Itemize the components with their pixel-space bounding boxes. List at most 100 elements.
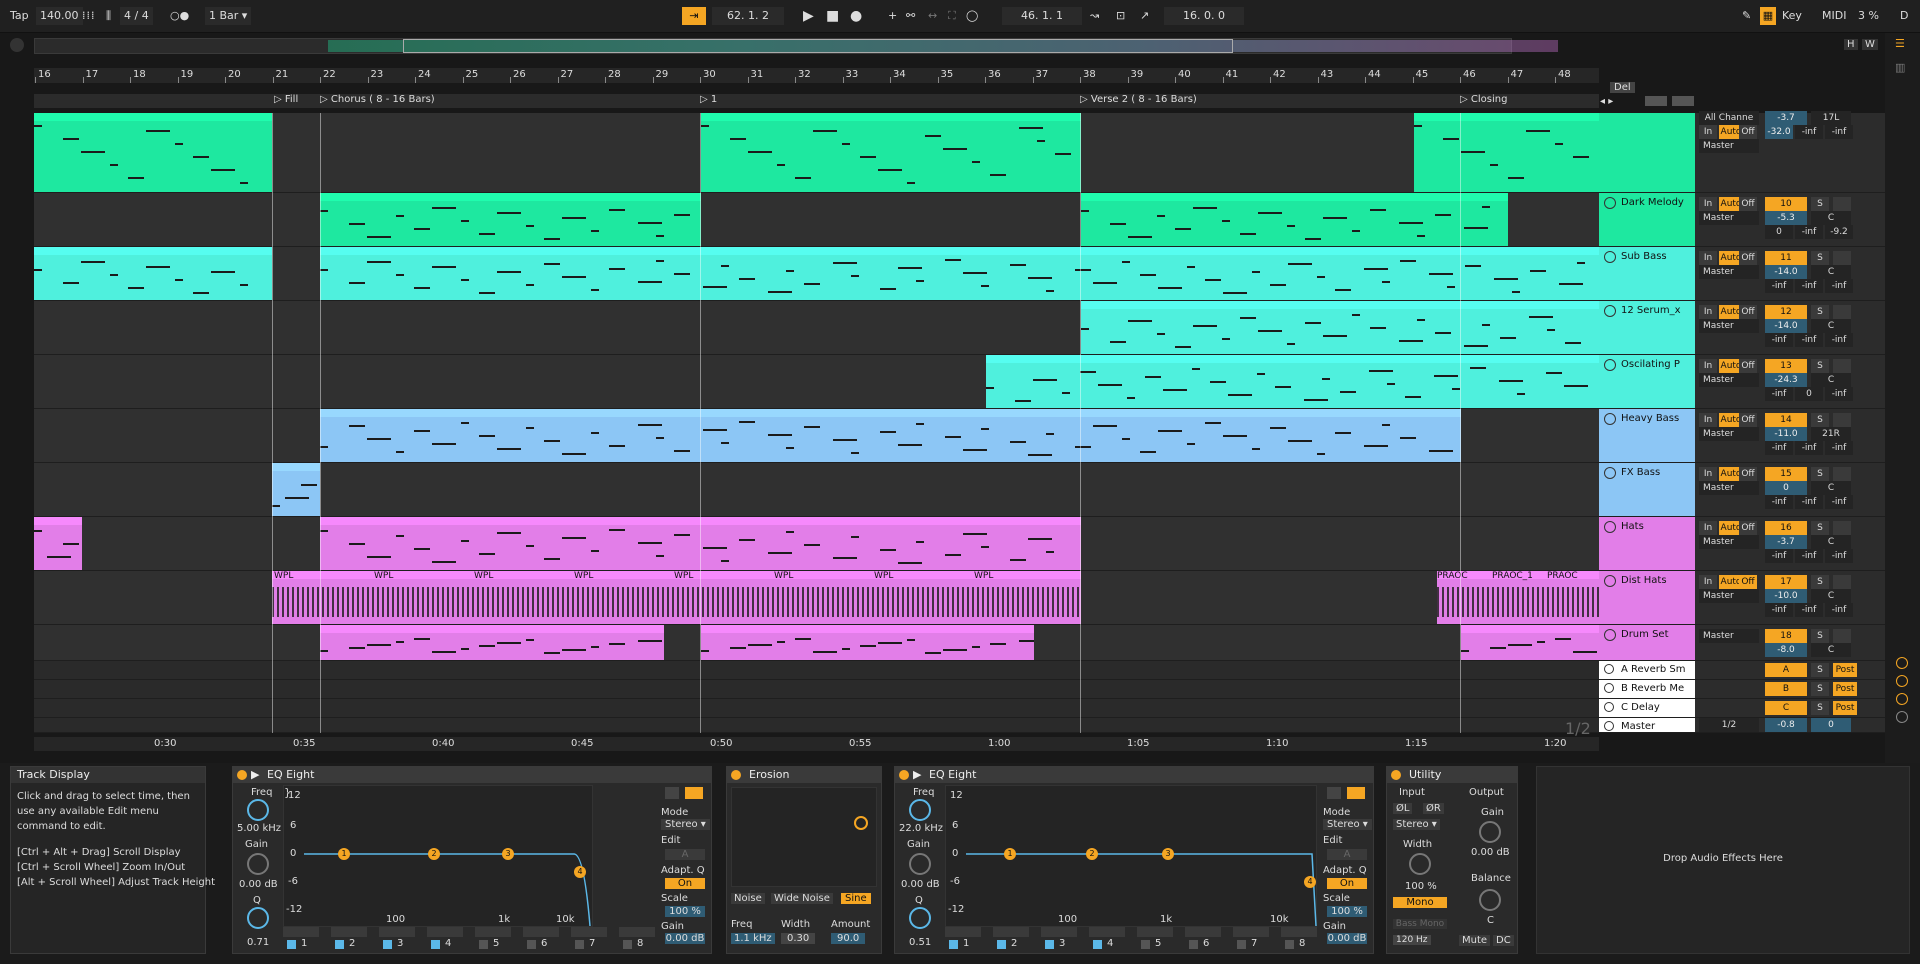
keyboard-icon[interactable]: ▦ bbox=[1760, 7, 1776, 25]
volume-field[interactable]: -14.0 bbox=[1765, 319, 1807, 333]
arrangement-clip[interactable] bbox=[1081, 193, 1508, 246]
track-name[interactable]: C Delay bbox=[1621, 702, 1660, 713]
returns-icon[interactable] bbox=[1896, 675, 1908, 687]
band-filter-type-dropdown[interactable] bbox=[993, 927, 1029, 937]
time-signature-field[interactable]: 4 / 4 bbox=[120, 7, 153, 25]
expand-icon[interactable]: ▶ bbox=[251, 767, 259, 783]
track-fold-icon[interactable] bbox=[1604, 521, 1616, 533]
volume-field[interactable]: -14.0 bbox=[1765, 265, 1807, 279]
tap-button[interactable]: Tap bbox=[10, 7, 29, 25]
headphones-icon[interactable] bbox=[665, 787, 679, 799]
track-lane[interactable] bbox=[34, 680, 1599, 699]
monitor-in-button[interactable]: In bbox=[1699, 467, 1717, 481]
post-toggle[interactable]: Post bbox=[1833, 701, 1857, 715]
volume-field[interactable]: 0 bbox=[1765, 481, 1807, 495]
band-on-toggle[interactable] bbox=[1189, 940, 1198, 949]
track-lane[interactable] bbox=[34, 699, 1599, 718]
track-lane[interactable] bbox=[34, 517, 1599, 571]
balance-knob[interactable] bbox=[1479, 889, 1501, 911]
erosion-xy-pad[interactable] bbox=[731, 787, 877, 887]
locator-prev-icon[interactable]: ◂ ▸ bbox=[1600, 96, 1613, 107]
midi-map-button[interactable]: MIDI bbox=[1822, 7, 1846, 25]
track-activator[interactable]: 18 bbox=[1765, 629, 1807, 643]
follow-icon[interactable]: ⇥ bbox=[682, 7, 706, 25]
monitor-in-button[interactable]: In bbox=[1699, 521, 1717, 535]
pan-field[interactable]: C bbox=[1811, 643, 1851, 657]
dc-button[interactable]: DC bbox=[1493, 935, 1514, 946]
freq-knob[interactable] bbox=[909, 799, 931, 821]
track-lane[interactable] bbox=[34, 113, 1599, 193]
track-lane[interactable] bbox=[34, 355, 1599, 409]
band-on-toggle[interactable] bbox=[383, 940, 392, 949]
return-activator[interactable]: B bbox=[1765, 682, 1807, 696]
menu-icon[interactable]: ☰ bbox=[1895, 37, 1905, 50]
arrangement-clip[interactable] bbox=[34, 517, 82, 570]
arrangement-clip[interactable] bbox=[701, 625, 1034, 660]
band-filter-type-dropdown[interactable] bbox=[523, 927, 559, 937]
volume-field[interactable]: -8.0 bbox=[1765, 643, 1807, 657]
input-type-dropdown[interactable]: All Channe bbox=[1699, 111, 1759, 125]
edit-a-button[interactable]: A bbox=[1327, 849, 1367, 860]
erosion-width-value[interactable]: 0.30 bbox=[781, 933, 816, 944]
band-on-toggle[interactable] bbox=[1237, 940, 1246, 949]
track-fold-icon[interactable] bbox=[1604, 664, 1614, 674]
arrangement-tracks[interactable]: WPL WPL WPL WPL WPL WPL WPL WPL PRAOC PRAOC_1 PRAO… bbox=[34, 113, 1599, 733]
gain-value[interactable]: 0.00 dB bbox=[239, 879, 278, 890]
eq-eight-device-2[interactable]: ▶ EQ Eight Freq 22.0 kHz Gain 0.00 dB Q 0… bbox=[894, 766, 1374, 954]
monitor-in-button[interactable]: In bbox=[1699, 125, 1717, 139]
track-header[interactable] bbox=[1599, 113, 1695, 193]
track-name[interactable]: Master bbox=[1621, 721, 1655, 732]
track-header[interactable]: Oscilating P bbox=[1599, 355, 1695, 409]
band-filter-type-dropdown[interactable] bbox=[571, 927, 607, 937]
track-fold-icon[interactable] bbox=[1604, 251, 1616, 263]
device-on-icon[interactable] bbox=[731, 770, 741, 780]
channel-mode-dropdown[interactable]: Stereo ▾ bbox=[1393, 819, 1440, 830]
solo-button[interactable]: S bbox=[1811, 251, 1829, 265]
beat-time-ruler[interactable]: 16 17 18 19 20 21 22 23 24 25 26 27 28 29 30 31 32 33 34 35… bbox=[34, 68, 1599, 83]
draw-mode-icon[interactable]: ✎ bbox=[1742, 7, 1751, 25]
volume-field[interactable]: -24.3 bbox=[1765, 373, 1807, 387]
output-dropdown[interactable]: Master bbox=[1699, 139, 1759, 153]
phase-left-toggle[interactable]: ØL bbox=[1393, 803, 1413, 814]
track-name[interactable]: Heavy Bass bbox=[1621, 413, 1679, 424]
locator-delete-button[interactable]: Del bbox=[1610, 82, 1635, 93]
record-icon[interactable]: ● bbox=[850, 7, 862, 25]
session-record-icon[interactable]: ◯ bbox=[966, 7, 978, 25]
metronome-icon[interactable]: ⁞⁞⁞ bbox=[82, 7, 96, 25]
master-output-dropdown[interactable]: 1/2 bbox=[1699, 718, 1759, 732]
q-value[interactable]: 0.71 bbox=[247, 937, 269, 948]
band-on-toggle[interactable] bbox=[1141, 940, 1150, 949]
track-fold-icon[interactable] bbox=[1604, 721, 1614, 731]
output-dropdown[interactable]: Master bbox=[1699, 319, 1759, 333]
output-dropdown[interactable]: Master bbox=[1699, 589, 1759, 603]
track-fold-icon[interactable] bbox=[1604, 197, 1616, 209]
band-on-toggle[interactable] bbox=[1045, 940, 1054, 949]
solo-button[interactable]: S bbox=[1811, 359, 1829, 373]
arm-button[interactable] bbox=[1833, 467, 1851, 481]
mono-toggle[interactable]: Mono bbox=[1393, 897, 1447, 908]
eq-node-3[interactable]: 3 bbox=[502, 848, 514, 860]
stop-icon[interactable]: ■ bbox=[826, 7, 839, 25]
arrangement-clip[interactable] bbox=[34, 247, 272, 300]
analyzer-icon[interactable] bbox=[1347, 787, 1365, 799]
q-knob[interactable] bbox=[247, 907, 269, 929]
loop-start-field[interactable]: 46. 1. 1 bbox=[1002, 7, 1082, 25]
bass-mono-toggle[interactable]: Bass Mono bbox=[1393, 919, 1447, 929]
solo-button[interactable]: S bbox=[1811, 197, 1829, 211]
arm-button[interactable] bbox=[1833, 359, 1851, 373]
track-activator[interactable]: 16 bbox=[1765, 521, 1807, 535]
track-fold-icon[interactable] bbox=[1604, 467, 1616, 479]
mixer-icon[interactable] bbox=[1896, 693, 1908, 705]
arrangement-clip[interactable] bbox=[320, 409, 1461, 462]
track-header[interactable]: Hats bbox=[1599, 517, 1695, 571]
band-on-toggle[interactable] bbox=[479, 940, 488, 949]
arm-button[interactable] bbox=[1833, 305, 1851, 319]
band-filter-type-dropdown[interactable] bbox=[331, 927, 367, 937]
analyzer-icon[interactable] bbox=[685, 787, 703, 799]
solo-button[interactable]: S bbox=[1811, 663, 1829, 677]
pan-field[interactable]: C bbox=[1811, 373, 1851, 387]
eq-node-2[interactable]: 2 bbox=[428, 848, 440, 860]
solo-button[interactable]: S bbox=[1811, 305, 1829, 319]
gain-knob[interactable] bbox=[247, 853, 269, 875]
monitor-in-button[interactable]: In bbox=[1699, 197, 1717, 211]
